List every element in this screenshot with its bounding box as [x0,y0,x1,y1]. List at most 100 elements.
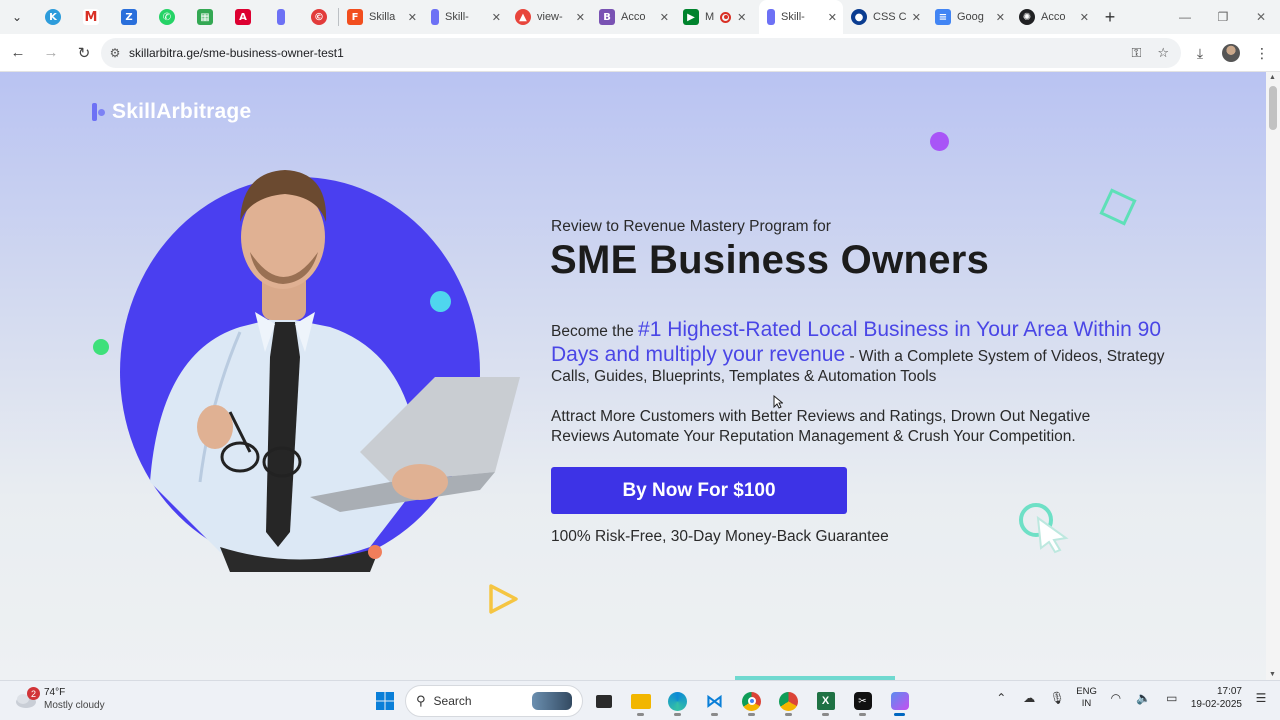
scroll-down-icon[interactable]: ▼ [1269,671,1276,678]
new-tab-button[interactable]: + [1095,7,1125,28]
close-icon[interactable]: ✕ [737,11,746,24]
k-logo-icon: K [45,9,61,25]
browser-tab[interactable]: B Acco ✕ [591,0,675,34]
back-arrow-icon[interactable]: ← [3,38,33,68]
password-key-icon[interactable]: ⚿ [1131,45,1141,61]
weather-condition: Mostly cloudy [44,700,105,711]
red-circle-logo-icon: © [311,9,327,25]
close-icon[interactable]: ✕ [660,11,669,24]
buy-now-button[interactable]: By Now For $100 [551,467,847,514]
browser-tab-active[interactable]: Skill- ✕ [759,0,843,34]
clock-time: 17:07 [1216,686,1242,697]
task-view-icon[interactable] [587,685,620,717]
cloud-sync-icon[interactable]: ☁ [1020,691,1038,705]
whatsapp-icon: ✆ [159,9,175,25]
flame-icon: ▲ [515,9,531,25]
close-window-icon[interactable]: ✕ [1242,10,1280,24]
snipping-tool-icon[interactable] [883,685,916,717]
bookmark-star-icon[interactable]: ☆ [1157,45,1169,61]
site-info-icon[interactable]: ⚙ [101,46,129,60]
gmail-icon: M [83,9,99,25]
grid-app-icon: ▦ [197,9,213,25]
menu-kebab-icon[interactable]: ⋮ [1252,40,1272,66]
profile-avatar[interactable] [1222,44,1240,62]
angular-icon: A [235,9,251,25]
tab-title: M [705,11,715,23]
chrome-icon[interactable] [735,685,768,717]
browser-tab[interactable]: ✺ Acco ✕ [1011,0,1095,34]
notifications-icon[interactable]: ☰ [1252,691,1270,705]
landing-page: SkillArbitrage Review to Revenue Mastery… [0,72,1266,680]
browser-tab[interactable]: ▶ M ✕ [675,0,759,34]
tray-chevron-up-icon[interactable]: ⌃ [992,691,1010,705]
pinned-tab-red[interactable]: © [300,0,338,34]
browser-tab[interactable]: ● CSS C ✕ [843,0,927,34]
close-icon[interactable]: ✕ [1080,11,1089,24]
program-kicker: Review to Revenue Mastery Program for [551,218,831,235]
close-icon[interactable]: ✕ [408,11,417,24]
language-indicator[interactable]: ENG IN [1076,686,1097,710]
pinned-tab-sheets[interactable]: ▦ [186,0,224,34]
download-icon[interactable]: ⤓ [1190,40,1210,66]
language-code: ENG [1076,686,1097,697]
close-icon[interactable]: ✕ [912,11,921,24]
close-icon[interactable]: ✕ [576,11,585,24]
browser-tab[interactable]: Skill- ✕ [423,0,507,34]
edge-browser-icon[interactable] [661,685,694,717]
excel-icon[interactable]: X [809,685,842,717]
region-code: IN [1081,698,1092,709]
notification-badge: 2 [27,687,40,700]
restore-icon[interactable]: ❐ [1204,10,1242,24]
forward-arrow-icon[interactable]: → [36,38,66,68]
pinned-tab-zoho[interactable]: Z [110,0,148,34]
weather-temperature: 74°F [44,687,66,698]
tab-title: view- [537,11,563,23]
microphone-icon[interactable]: 🎙 [1048,691,1066,705]
browser-tab[interactable]: ≡ Goog ✕ [927,0,1011,34]
decor-cyan-dot [430,291,451,312]
close-icon[interactable]: ✕ [492,11,501,24]
tab-title: Skilla [369,11,396,23]
close-icon[interactable]: ✕ [828,11,837,24]
pinned-tab-angular[interactable]: A [224,0,262,34]
browser-tab[interactable]: ▲ view- ✕ [507,0,591,34]
recording-icon [720,11,732,23]
scrollbar-thumb[interactable] [1269,86,1277,130]
skillarbitrage-logo[interactable]: SkillArbitrage [92,100,251,124]
page-headline: SME Business Owners [550,238,990,282]
vscode-icon[interactable]: ⋈ [698,685,731,717]
search-label: Search [433,694,472,708]
windows-start-icon[interactable] [368,685,401,717]
page-scrollbar[interactable]: ▲ ▼ [1266,72,1280,680]
chrome-profile-icon[interactable] [772,685,805,717]
reload-icon[interactable]: ↻ [69,38,99,68]
z-logo-icon: Z [121,9,137,25]
capcut-icon[interactable]: ✂ [846,685,879,717]
tab-search-chevron-icon[interactable]: ⌄ [0,0,34,34]
address-bar[interactable]: ⚙ skillarbitra.ge/sme-business-owner-tes… [101,38,1181,68]
cloud-icon: 2 [14,687,40,710]
logo-mark-icon [92,103,106,121]
skillarbitrage-icon [277,9,285,25]
url-text[interactable]: skillarbitra.ge/sme-business-owner-test1 [129,46,344,60]
taskbar-search-box[interactable]: ⚲ Search [405,685,583,717]
minimize-icon[interactable]: — [1166,10,1204,24]
taskbar-apps: ⚲ Search ⋈ X ✂ [368,685,916,717]
pinned-tab-gmail[interactable]: M [72,0,110,34]
volume-icon[interactable]: 🔈 [1135,691,1153,705]
close-icon[interactable]: ✕ [996,11,1005,24]
pinned-tab-whatsapp[interactable]: ✆ [148,0,186,34]
battery-icon[interactable]: ▭ [1163,691,1181,705]
scroll-up-icon[interactable]: ▲ [1269,74,1276,81]
skillarbitrage-icon [431,9,439,25]
tab-title: Acco [1041,11,1066,23]
tab-title: Acco [621,11,646,23]
weather-widget[interactable]: 2 74°F Mostly cloudy [14,686,105,712]
clock[interactable]: 17:07 19-02-2025 [1191,685,1242,711]
pinned-tab-klaviyo[interactable]: K [34,0,72,34]
tab-title: Skill- [781,11,805,23]
wifi-icon[interactable]: ◠ [1107,691,1125,705]
browser-tab[interactable]: F Skilla ✕ [339,0,423,34]
pinned-tab-skillarbitrage[interactable] [262,0,300,34]
file-explorer-icon[interactable] [624,685,657,717]
